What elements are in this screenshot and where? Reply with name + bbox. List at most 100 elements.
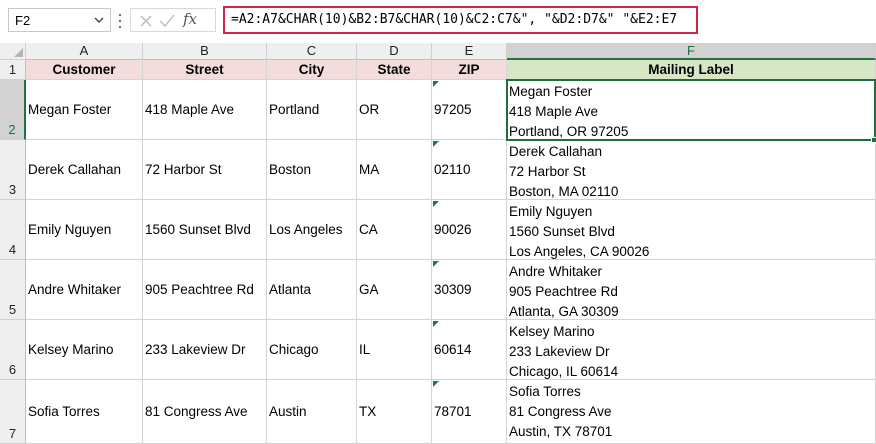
cell-text: 905 Peachtree Rd xyxy=(145,282,254,297)
cell-mailing-label[interactable]: Sofia Torres 81 Congress Ave Austin, TX 78… xyxy=(507,380,876,444)
formula-input[interactable]: =A2:A7&CHAR(10)&B2:B7&CHAR(10)&C2:C7&", … xyxy=(223,6,698,34)
error-indicator-icon xyxy=(433,201,439,207)
cancel-icon[interactable] xyxy=(139,14,153,28)
cell-mailing-label[interactable]: Megan Foster 418 Maple Ave Portland, OR 97… xyxy=(507,80,876,140)
cell-text: TX xyxy=(359,404,377,419)
header-cell-mailing-label[interactable]: Mailing Label xyxy=(507,60,876,80)
cell-text: Andre Whitaker xyxy=(28,282,122,297)
select-all-button[interactable] xyxy=(0,43,26,60)
label-line: Andre Whitaker xyxy=(509,264,603,279)
cell-zip[interactable]: 60614 xyxy=(432,320,507,380)
cell-text: MA xyxy=(359,162,380,177)
cell-city[interactable]: Portland xyxy=(267,80,357,140)
label-line: Megan Foster xyxy=(509,84,593,99)
cell-state[interactable]: IL xyxy=(357,320,432,380)
chevron-down-icon[interactable] xyxy=(94,16,104,24)
cell-mailing-label[interactable]: Andre Whitaker 905 Peachtree Rd Atlanta, G… xyxy=(507,260,876,320)
column-header-d[interactable]: D xyxy=(357,43,432,60)
cell-state[interactable]: OR xyxy=(357,80,432,140)
cell-customer[interactable]: Megan Foster xyxy=(26,80,143,140)
label-line: 81 Congress Ave xyxy=(509,404,612,419)
label-line: Austin, TX 78701 xyxy=(509,424,613,439)
cell-mailing-label[interactable]: Kelsey Marino 233 Lakeview Dr Chicago, IL … xyxy=(507,320,876,380)
cell-text: CA xyxy=(359,222,378,237)
cell-text: 1560 Sunset Blvd xyxy=(145,222,251,237)
cell-city[interactable]: Boston xyxy=(267,140,357,200)
cell-text: 97205 xyxy=(434,102,472,117)
cell-zip[interactable]: 02110 xyxy=(432,140,507,200)
cell-street[interactable]: 81 Congress Ave xyxy=(143,380,267,444)
cell-state[interactable]: MA xyxy=(357,140,432,200)
cell-state[interactable]: TX xyxy=(357,380,432,444)
row-header-7[interactable]: 7 xyxy=(0,380,26,444)
label-line: Los Angeles, CA 90026 xyxy=(509,244,650,259)
cell-zip[interactable]: 97205 xyxy=(432,80,507,140)
cell-street[interactable]: 72 Harbor St xyxy=(143,140,267,200)
header-cell-customer[interactable]: Customer xyxy=(26,60,143,80)
insert-function-icon[interactable]: fx xyxy=(183,10,197,28)
cell-mailing-label[interactable]: Derek Callahan 72 Harbor St Boston, MA 021… xyxy=(507,140,876,200)
cell-customer[interactable]: Andre Whitaker xyxy=(26,260,143,320)
error-indicator-icon xyxy=(433,321,439,327)
column-header-e[interactable]: E xyxy=(432,43,507,60)
column-header-c[interactable]: C xyxy=(267,43,357,60)
error-indicator-icon xyxy=(433,381,439,387)
label-line: Chicago, IL 60614 xyxy=(509,364,619,379)
header-cell-state[interactable]: State xyxy=(357,60,432,80)
column-header-f[interactable]: F xyxy=(507,43,876,60)
cell-text: 90026 xyxy=(434,222,472,237)
more-options-icon[interactable] xyxy=(118,12,122,30)
cell-text: Kelsey Marino xyxy=(28,342,114,357)
cell-customer[interactable]: Kelsey Marino xyxy=(26,320,143,380)
cell-city[interactable]: Atlanta xyxy=(267,260,357,320)
fill-handle[interactable] xyxy=(871,137,876,143)
row-header-2[interactable]: 2 xyxy=(0,80,26,140)
cell-street[interactable]: 1560 Sunset Blvd xyxy=(143,200,267,260)
cell-street[interactable]: 418 Maple Ave xyxy=(143,80,267,140)
enter-check-icon[interactable] xyxy=(159,14,175,28)
cell-zip[interactable]: 78701 xyxy=(432,380,507,444)
header-cell-zip[interactable]: ZIP xyxy=(432,60,507,80)
cell-text: Boston xyxy=(269,162,312,177)
row-header-6[interactable]: 6 xyxy=(0,320,26,380)
cell-customer[interactable]: Derek Callahan xyxy=(26,140,143,200)
cell-text: Portland xyxy=(269,102,320,117)
cell-text: Megan Foster xyxy=(28,102,112,117)
column-header-a[interactable]: A xyxy=(26,43,143,60)
cell-city[interactable]: Austin xyxy=(267,380,357,444)
cell-text: Chicago xyxy=(269,342,319,357)
cell-city[interactable]: Chicago xyxy=(267,320,357,380)
cell-text: GA xyxy=(359,282,379,297)
name-box-value: F2 xyxy=(15,13,31,28)
cell-state[interactable]: CA xyxy=(357,200,432,260)
cell-text: 72 Harbor St xyxy=(145,162,222,177)
cell-text: Sofia Torres xyxy=(28,404,100,419)
column-header-b[interactable]: B xyxy=(143,43,267,60)
cell-customer[interactable]: Sofia Torres xyxy=(26,380,143,444)
cell-street[interactable]: 233 Lakeview Dr xyxy=(143,320,267,380)
cell-street[interactable]: 905 Peachtree Rd xyxy=(143,260,267,320)
cell-customer[interactable]: Emily Nguyen xyxy=(26,200,143,260)
row-header-4[interactable]: 4 xyxy=(0,200,26,260)
cell-text: 233 Lakeview Dr xyxy=(145,342,246,357)
label-line: 72 Harbor St xyxy=(509,164,586,179)
cell-zip[interactable]: 90026 xyxy=(432,200,507,260)
cell-mailing-label[interactable]: Emily Nguyen 1560 Sunset Blvd Los Angeles,… xyxy=(507,200,876,260)
cell-text: IL xyxy=(359,342,371,357)
cell-text: Los Angeles xyxy=(269,222,343,237)
row-header-3[interactable]: 3 xyxy=(0,140,26,200)
cell-zip[interactable]: 30309 xyxy=(432,260,507,320)
cell-text: 78701 xyxy=(434,404,472,419)
label-line: 233 Lakeview Dr xyxy=(509,344,610,359)
cell-text: Emily Nguyen xyxy=(28,222,112,237)
row-header-5[interactable]: 5 xyxy=(0,260,26,320)
cell-city[interactable]: Los Angeles xyxy=(267,200,357,260)
header-cell-city[interactable]: City xyxy=(267,60,357,80)
row-header-1[interactable]: 1 xyxy=(0,60,26,80)
cell-state[interactable]: GA xyxy=(357,260,432,320)
header-cell-street[interactable]: Street xyxy=(143,60,267,80)
label-line: Sofia Torres xyxy=(509,384,581,399)
name-box[interactable]: F2 xyxy=(8,8,111,32)
label-line: Atlanta, GA 30309 xyxy=(509,304,619,319)
spreadsheet-grid: A B C D E F 1 2 3 4 5 6 7 Customer Stree… xyxy=(0,43,876,444)
